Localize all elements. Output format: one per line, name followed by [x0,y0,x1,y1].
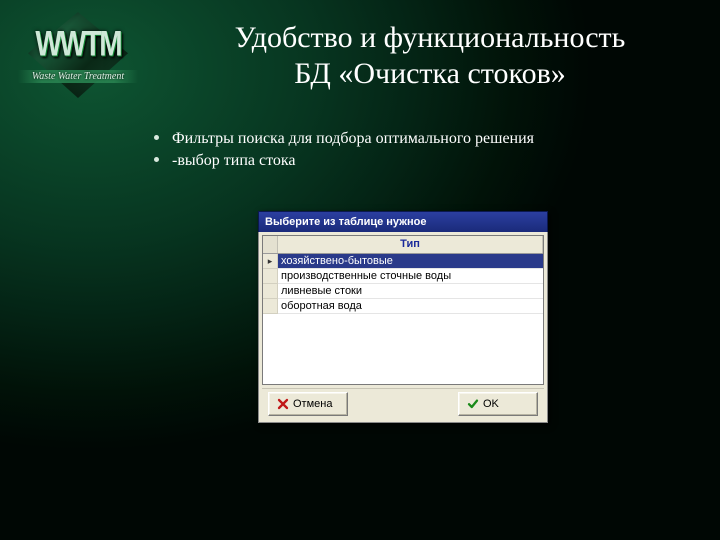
bullet-item: Фильтры поиска для подбора оптимального … [150,128,690,150]
row-cell: хозяйствено-бытовые [278,254,543,269]
row-cell: оборотная вода [278,299,543,314]
ok-label: OK [483,398,499,410]
bullet-item: -выбор типа стока [150,150,690,172]
select-type-dialog: Выберите из таблице нужное Тип хозяйстве… [258,211,548,423]
row-indicator-icon [263,299,278,314]
table-row[interactable]: хозяйствено-бытовые [263,254,543,269]
bullet-list: Фильтры поиска для подбора оптимального … [150,128,690,171]
table-row[interactable]: производственные сточные воды [263,269,543,284]
logo-subtitle: Waste Water Treatment [18,70,138,83]
cancel-button[interactable]: Отмена [268,392,348,416]
app-logo: WWTM Waste Water Treatment [18,10,138,100]
logo-wordmark: WWTM [18,24,138,64]
row-indicator-icon [263,254,278,269]
row-cell: производственные сточные воды [278,269,543,284]
ok-icon [467,398,479,410]
ok-button[interactable]: OK [458,392,538,416]
grid-rows: хозяйствено-бытовые производственные сто… [263,254,543,314]
dialog-body: Тип хозяйствено-бытовые производственные… [258,232,548,423]
slide-title-line2: БД «Очистка стоков» [294,57,565,90]
slide-title-line1: Удобство и функциональность [235,21,626,54]
slide-title: Удобство и функциональность БД «Очистка … [160,20,700,92]
cancel-icon [277,398,289,410]
grid-header-gutter [263,236,278,253]
type-grid[interactable]: Тип хозяйствено-бытовые производственные… [262,235,544,385]
grid-header: Тип [263,236,543,254]
grid-column-type[interactable]: Тип [278,236,543,253]
row-indicator-icon [263,269,278,284]
row-indicator-icon [263,284,278,299]
cancel-label: Отмена [293,398,332,410]
dialog-titlebar: Выберите из таблице нужное [258,211,548,232]
row-cell: ливневые стоки [278,284,543,299]
table-row[interactable]: ливневые стоки [263,284,543,299]
dialog-button-bar: Отмена OK [262,388,544,419]
table-row[interactable]: оборотная вода [263,299,543,314]
